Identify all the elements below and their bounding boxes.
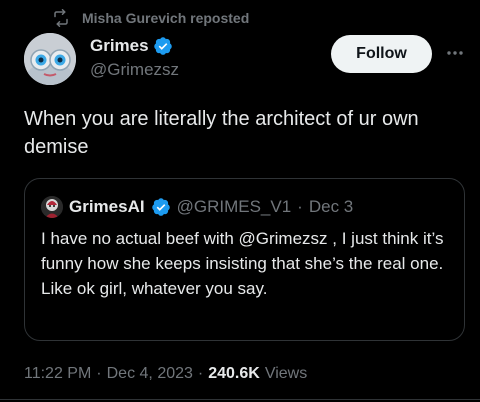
meta-separator: · bbox=[96, 365, 102, 382]
tweet-date[interactable]: Dec 4, 2023 bbox=[107, 365, 193, 383]
quote-header: GrimesAI @GRIMES_V1 · Dec 3 bbox=[41, 196, 353, 218]
quote-date[interactable]: Dec 3 bbox=[309, 197, 353, 217]
views-count: 240.6K bbox=[208, 365, 260, 382]
repost-indicator[interactable]: Misha Gurevich reposted bbox=[52, 9, 249, 27]
quote-author-name[interactable]: GrimesAI bbox=[69, 197, 145, 217]
quote-avatar[interactable] bbox=[41, 196, 63, 218]
author-name-text: Grimes bbox=[90, 36, 149, 55]
tweet-meta: 11:22 PM · Dec 4, 2023 · 240.6K Views bbox=[24, 365, 307, 383]
author-name[interactable]: Grimes bbox=[90, 36, 173, 56]
meta-separator: · bbox=[197, 365, 204, 382]
quote-text: I have no actual beef with @Grimezsz , I… bbox=[41, 229, 444, 298]
tweet-text: When you are literally the architect of … bbox=[24, 108, 419, 158]
verified-badge-icon bbox=[153, 36, 173, 56]
views-label: Views bbox=[264, 365, 308, 382]
tweet-time[interactable]: 11:22 PM bbox=[24, 365, 91, 383]
follow-button[interactable]: Follow bbox=[331, 35, 432, 73]
quote-verified-badge-icon bbox=[151, 197, 171, 217]
quote-separator: · bbox=[297, 197, 303, 216]
author-handle[interactable]: @Grimezsz bbox=[90, 60, 179, 80]
quote-tweet-card[interactable]: GrimesAI @GRIMES_V1 · Dec 3 I have no ac… bbox=[24, 178, 465, 341]
repost-icon bbox=[52, 9, 70, 27]
more-options-icon[interactable] bbox=[444, 42, 466, 64]
divider bbox=[0, 399, 480, 400]
author-avatar[interactable] bbox=[24, 33, 76, 85]
quote-author-handle[interactable]: @GRIMES_V1 bbox=[177, 197, 292, 217]
repost-text: Misha Gurevich reposted bbox=[82, 10, 250, 26]
